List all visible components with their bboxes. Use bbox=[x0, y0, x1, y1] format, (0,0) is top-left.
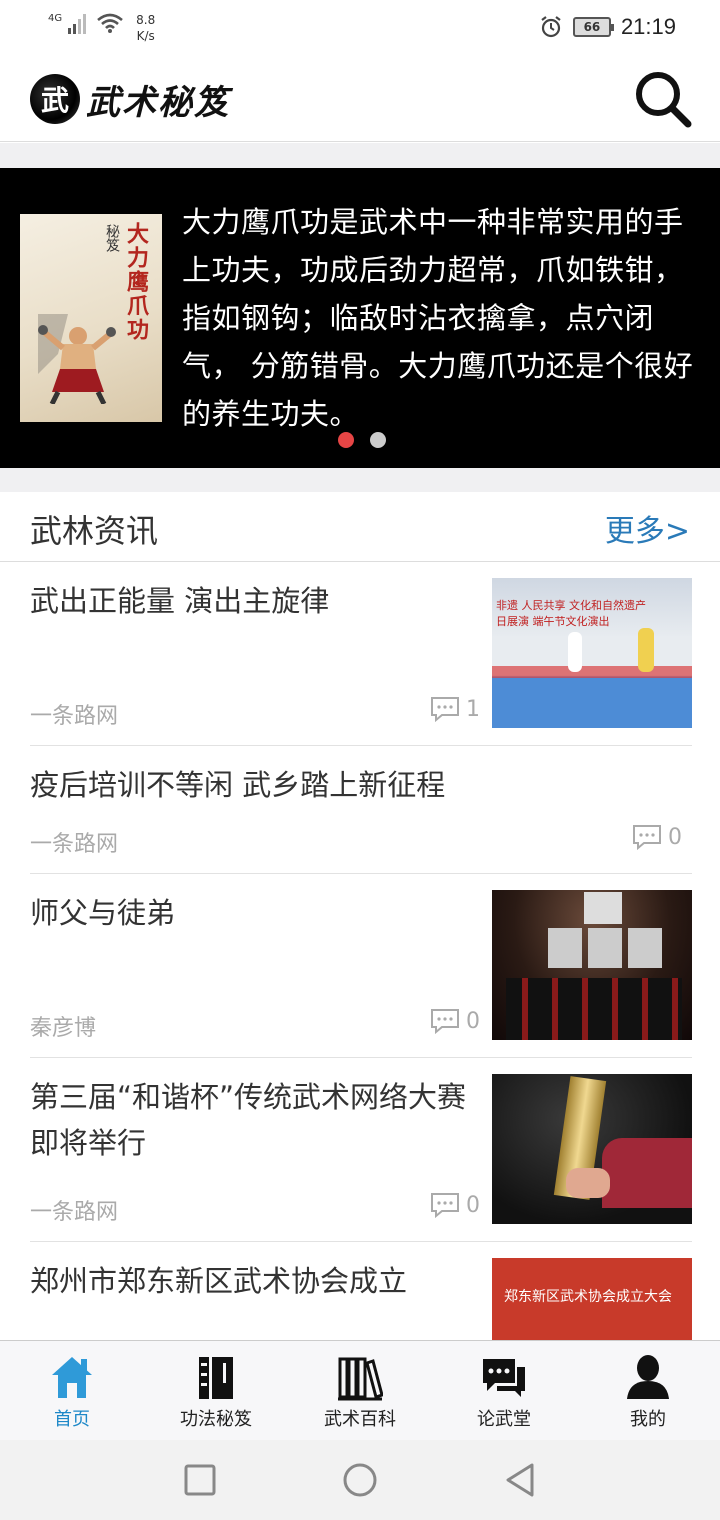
nav-label: 首页 bbox=[54, 1409, 90, 1430]
spacer bbox=[0, 468, 720, 492]
news-source: 秦彦博 bbox=[30, 1016, 97, 1041]
net-speed-value: 8.8 bbox=[136, 13, 156, 27]
news-source: 一条路网 bbox=[30, 832, 119, 857]
news-source: 一条路网 bbox=[30, 704, 119, 729]
news-source: 一条路网 bbox=[30, 1200, 119, 1225]
carousel-dot-active[interactable] bbox=[338, 432, 354, 448]
news-item[interactable]: 郑州市郑东新区武术协会成立 郑东新区武术协会成立大会 bbox=[30, 1242, 692, 1340]
search-icon[interactable] bbox=[632, 68, 694, 130]
more-link[interactable]: 更多> bbox=[605, 506, 690, 550]
comment-icon bbox=[431, 1009, 459, 1034]
news-comments[interactable]: 0 bbox=[430, 1192, 480, 1218]
news-thumbnail[interactable]: 郑东新区武术协会成立大会 bbox=[492, 1258, 692, 1340]
news-title: 疫后培训不等闲 武乡踏上新征程 bbox=[30, 768, 446, 802]
nav-label: 武术百科 bbox=[324, 1409, 396, 1430]
section-title: 武林资讯 bbox=[30, 512, 159, 550]
nav-home[interactable]: 首页 bbox=[0, 1341, 144, 1440]
library-icon bbox=[338, 1357, 383, 1401]
news-item[interactable]: 第三届“和谐杯”传统武术网络大赛 即将举行 一条路网 0 bbox=[30, 1058, 692, 1242]
book-subtitle: 秘笈 bbox=[104, 224, 120, 252]
book-icon bbox=[199, 1357, 233, 1399]
comment-count: 0 bbox=[466, 1008, 480, 1034]
wifi-icon bbox=[97, 13, 123, 33]
news-title: 郑州市郑东新区武术协会成立 bbox=[30, 1264, 408, 1298]
recents-icon[interactable] bbox=[182, 1462, 218, 1498]
comment-icon bbox=[431, 697, 459, 722]
banner-carousel[interactable]: 大力鹰爪功 秘笈 大力鹰爪功是武术中一种非常实用的手上功夫，功成后劲力超常，爪如… bbox=[0, 168, 720, 468]
status-right: 66 21:19 bbox=[539, 14, 676, 40]
comment-count: 0 bbox=[668, 824, 682, 850]
spacer bbox=[0, 143, 720, 168]
news-thumbnail[interactable] bbox=[492, 1074, 692, 1224]
nav-encyclopedia[interactable]: 武术百科 bbox=[288, 1341, 432, 1440]
app-header: 武 武术秘笈 bbox=[0, 56, 720, 142]
news-title: 武出正能量 演出主旋律 bbox=[30, 584, 330, 618]
book-title: 大力鹰爪功 bbox=[123, 222, 149, 342]
carousel-indicator bbox=[338, 432, 386, 448]
nav-mine[interactable]: 我的 bbox=[576, 1341, 720, 1440]
back-icon[interactable] bbox=[502, 1462, 538, 1498]
nav-label: 功法秘笈 bbox=[180, 1409, 252, 1430]
net-speed-unit: K/s bbox=[136, 29, 155, 43]
kungfu-figure-illustration bbox=[38, 314, 116, 404]
news-item[interactable]: 武出正能量 演出主旋律 一条路网 1 非遗 人民共享 文化和自然遗产日展演 端午… bbox=[30, 562, 692, 746]
battery-level: 66 bbox=[583, 20, 601, 34]
network-type: 4G bbox=[48, 13, 63, 24]
comment-count: 1 bbox=[466, 696, 480, 722]
net-speed: 8.8 K/s bbox=[136, 12, 155, 44]
clock: 21:19 bbox=[620, 14, 676, 39]
nav-secrets[interactable]: 功法秘笈 bbox=[144, 1341, 288, 1440]
battery-icon: 66 bbox=[572, 17, 614, 37]
logo-seal-icon: 武 bbox=[30, 74, 80, 124]
logo-text: 武术秘笈 bbox=[86, 82, 230, 123]
home-icon bbox=[52, 1357, 92, 1398]
comment-count: 0 bbox=[466, 1192, 480, 1218]
home-circle-icon[interactable] bbox=[342, 1462, 378, 1498]
status-left: 4G 8.8 K/s bbox=[48, 12, 155, 44]
news-comments[interactable]: 1 bbox=[430, 696, 480, 722]
system-nav-bar bbox=[0, 1440, 720, 1520]
nav-label: 我的 bbox=[630, 1409, 666, 1430]
carousel-dot[interactable] bbox=[370, 432, 386, 448]
news-title: 师父与徒弟 bbox=[30, 896, 176, 930]
news-thumbnail[interactable]: 非遗 人民共享 文化和自然遗产日展演 端午节文化演出 bbox=[492, 578, 692, 728]
comment-icon bbox=[431, 1193, 459, 1218]
news-title: 第三届“和谐杯”传统武术网络大赛 即将举行 bbox=[30, 1080, 467, 1160]
banner-book-cover[interactable]: 大力鹰爪功 秘笈 bbox=[20, 214, 162, 422]
news-thumbnail[interactable] bbox=[492, 890, 692, 1040]
comment-icon bbox=[633, 825, 661, 850]
bottom-nav: 首页 功法秘笈 武术百科 论武堂 我的 bbox=[0, 1340, 720, 1440]
nav-label: 论武堂 bbox=[477, 1409, 531, 1430]
signal-icon bbox=[68, 12, 87, 34]
app-logo: 武 武术秘笈 bbox=[30, 68, 230, 130]
news-comments[interactable]: 0 bbox=[430, 1008, 480, 1034]
status-bar: 4G 8.8 K/s 66 21:19 bbox=[0, 0, 720, 56]
news-comments[interactable]: 0 bbox=[632, 824, 682, 850]
banner-text[interactable]: 大力鹰爪功是武术中一种非常实用的手上功夫，功成后劲力超常，爪如铁钳，指如钢钩；临… bbox=[182, 198, 708, 438]
section-header: 武林资讯 更多> bbox=[0, 492, 720, 562]
nav-forum[interactable]: 论武堂 bbox=[432, 1341, 576, 1440]
chat-icon bbox=[483, 1359, 525, 1397]
thumb-banner-text: 郑东新区武术协会成立大会 bbox=[504, 1289, 672, 1305]
thumb-banner-text: 非遗 人民共享 文化和自然遗产日展演 端午节文化演出 bbox=[496, 599, 646, 628]
person-icon bbox=[627, 1355, 669, 1399]
alarm-icon bbox=[541, 16, 561, 38]
news-item[interactable]: 师父与徒弟 秦彦博 0 bbox=[30, 874, 692, 1058]
news-item[interactable]: 疫后培训不等闲 武乡踏上新征程 一条路网 0 bbox=[30, 746, 692, 874]
